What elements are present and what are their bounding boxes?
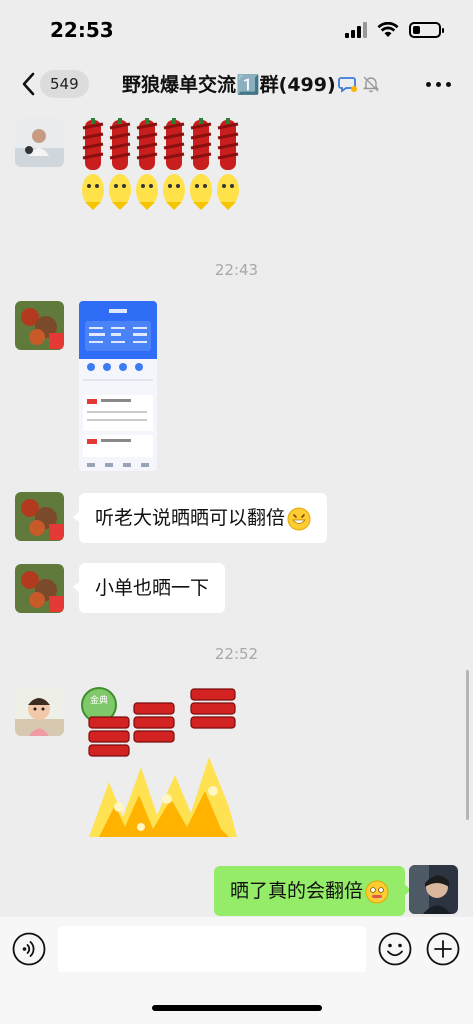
scrollbar[interactable] — [466, 670, 469, 820]
avatar[interactable] — [15, 564, 64, 613]
status-time: 22:53 — [50, 18, 114, 42]
wifi-icon — [377, 22, 399, 37]
voice-icon[interactable] — [12, 932, 46, 966]
avatar[interactable] — [15, 687, 64, 736]
grin-emoji-icon — [287, 507, 311, 530]
status-icons — [345, 22, 444, 38]
more-dots-icon[interactable] — [426, 82, 451, 87]
emoji-icon[interactable] — [378, 932, 412, 966]
message-bubble[interactable]: 小单也晒一下 — [72, 563, 226, 613]
firecracker-sticker[interactable]: 金典 — [79, 687, 241, 847]
chili-firecracker-sticker[interactable] — [79, 118, 241, 218]
message-text: 听老大说晒晒可以翻倍 — [95, 507, 286, 529]
avatar-image — [15, 564, 64, 613]
message-text: 晒了真的会翻倍 — [229, 880, 363, 902]
avatar[interactable] — [15, 118, 64, 167]
plus-icon[interactable] — [426, 932, 460, 966]
group-chat-icon — [337, 76, 357, 93]
battery-icon — [409, 22, 444, 38]
my-avatar[interactable] — [409, 865, 458, 914]
title-group[interactable]: 野狼爆单交流1️⃣群(499) — [122, 70, 380, 97]
avatar[interactable] — [15, 301, 64, 350]
avatar[interactable] — [15, 492, 64, 541]
my-message-bubble[interactable]: 晒了真的会翻倍 — [213, 866, 412, 916]
drooling-emoji-icon — [365, 880, 389, 903]
chat-header: 549 野狼爆单交流1️⃣群(499) — [0, 60, 473, 108]
unread-count-badge[interactable]: 549 — [40, 70, 89, 98]
timestamp: 22:52 — [214, 645, 259, 663]
home-indicator — [152, 1005, 322, 1011]
avatar-image — [409, 865, 458, 914]
message-input[interactable] — [58, 926, 366, 972]
shared-screenshot-image[interactable] — [79, 301, 157, 471]
sticker-badge-text: 金典 — [90, 694, 108, 706]
timestamp: 22:43 — [214, 261, 259, 279]
avatar-image — [15, 301, 64, 350]
message-bubble[interactable]: 听老大说晒晒可以翻倍 — [72, 493, 328, 543]
signal-icon — [345, 22, 367, 38]
message-text: 小单也晒一下 — [95, 577, 210, 599]
avatar-image — [15, 687, 64, 736]
chat-title: 野狼爆单交流1️⃣群(499) — [122, 74, 336, 96]
bell-muted-icon — [362, 76, 379, 92]
status-bar: 22:53 — [0, 0, 473, 60]
avatar-image — [15, 118, 64, 167]
chevron-left-icon[interactable] — [18, 70, 42, 98]
avatar-image — [15, 492, 64, 541]
